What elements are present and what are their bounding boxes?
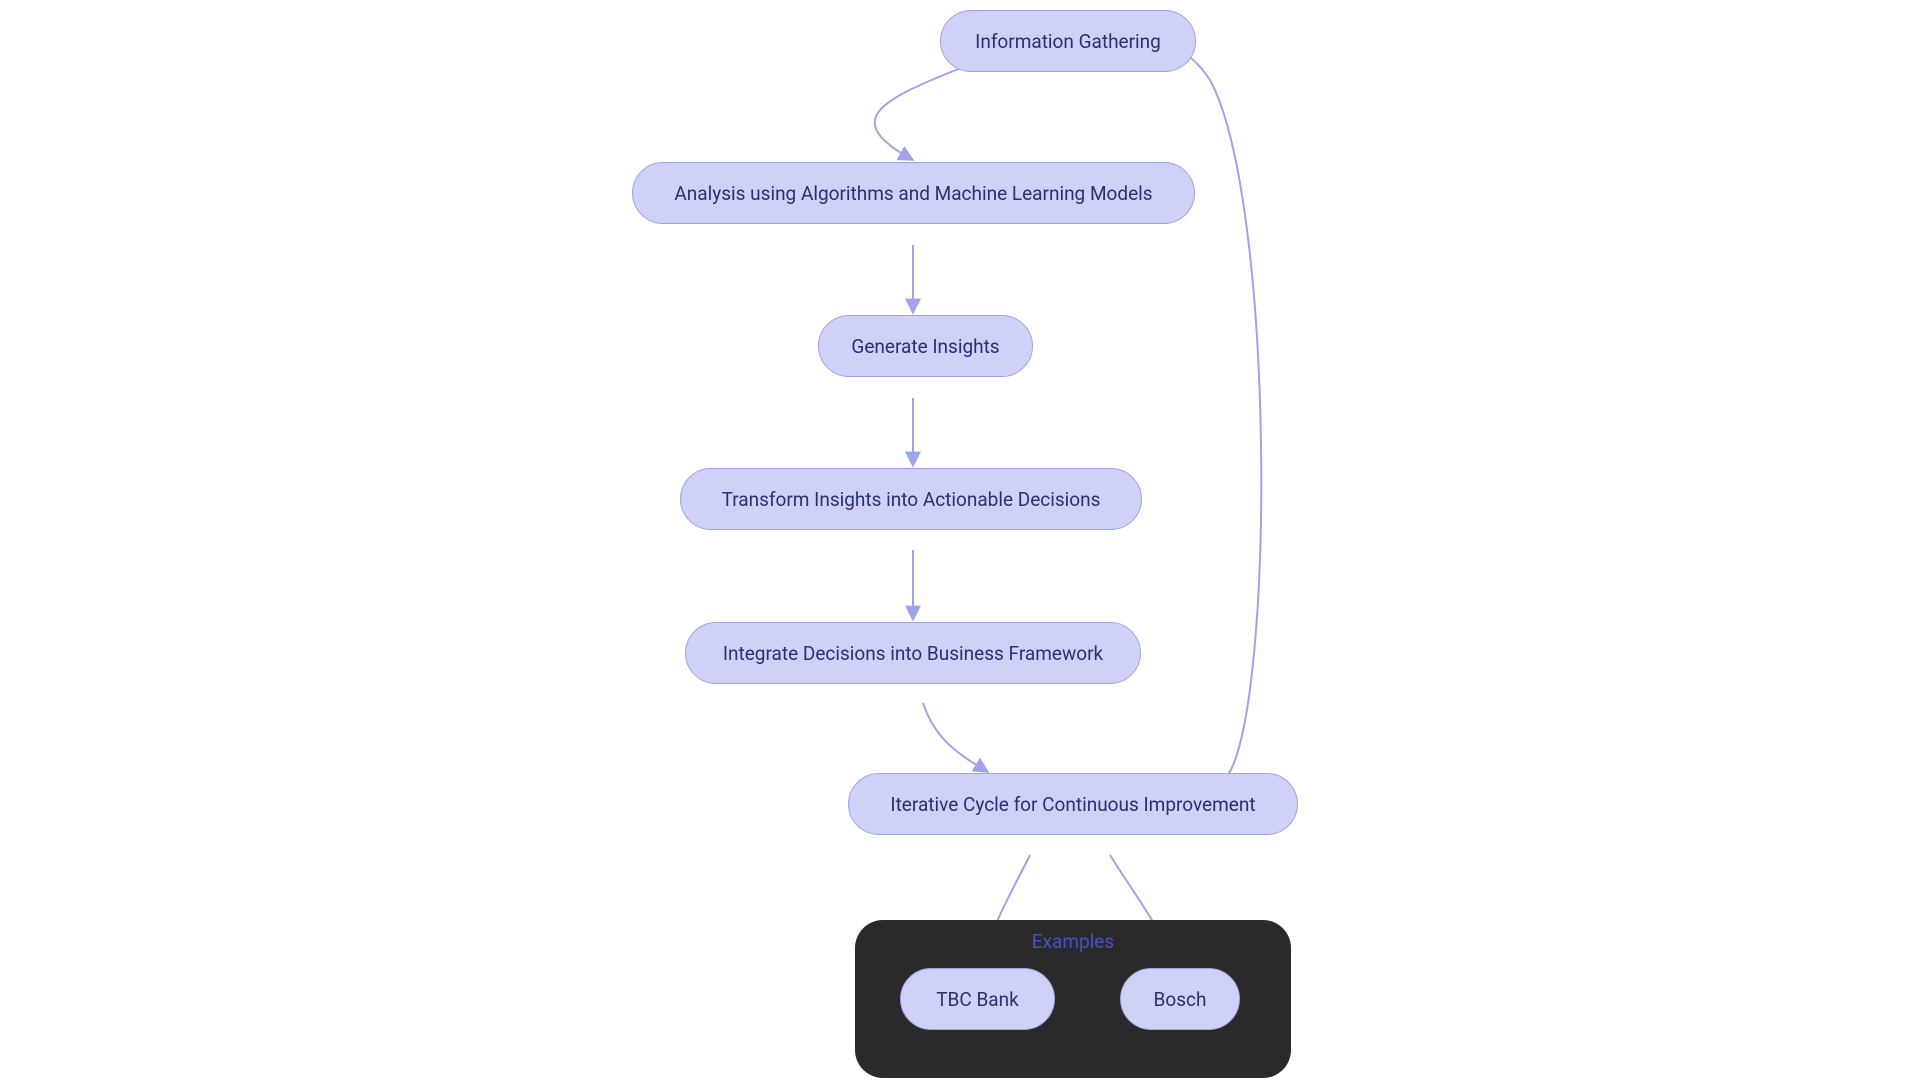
node-label: Bosch (1154, 988, 1207, 1011)
edge-n1-n2 (875, 68, 961, 160)
node-transform-insights: Transform Insights into Actionable Decis… (680, 468, 1142, 530)
node-label: Information Gathering (975, 30, 1161, 53)
node-generate-insights: Generate Insights (818, 315, 1033, 377)
node-label: Generate Insights (851, 335, 999, 358)
edge-n5-n6 (923, 703, 988, 772)
node-label: Analysis using Algorithms and Machine Le… (674, 182, 1152, 205)
node-integrate-decisions: Integrate Decisions into Business Framew… (685, 622, 1141, 684)
node-tbc-bank: TBC Bank (900, 968, 1055, 1030)
node-analysis: Analysis using Algorithms and Machine Le… (632, 162, 1195, 224)
node-label: TBC Bank (936, 988, 1019, 1011)
flowchart-canvas: Information Gathering Analysis using Alg… (0, 0, 1920, 1080)
node-label: Integrate Decisions into Business Framew… (723, 642, 1103, 665)
node-bosch: Bosch (1120, 968, 1240, 1030)
node-label: Iterative Cycle for Continuous Improveme… (890, 793, 1255, 816)
node-iterative-cycle: Iterative Cycle for Continuous Improveme… (848, 773, 1298, 835)
edge-n6-n1 (1178, 50, 1261, 775)
node-label: Transform Insights into Actionable Decis… (722, 488, 1101, 511)
node-information-gathering: Information Gathering (940, 10, 1196, 72)
group-label: Examples (855, 930, 1291, 953)
